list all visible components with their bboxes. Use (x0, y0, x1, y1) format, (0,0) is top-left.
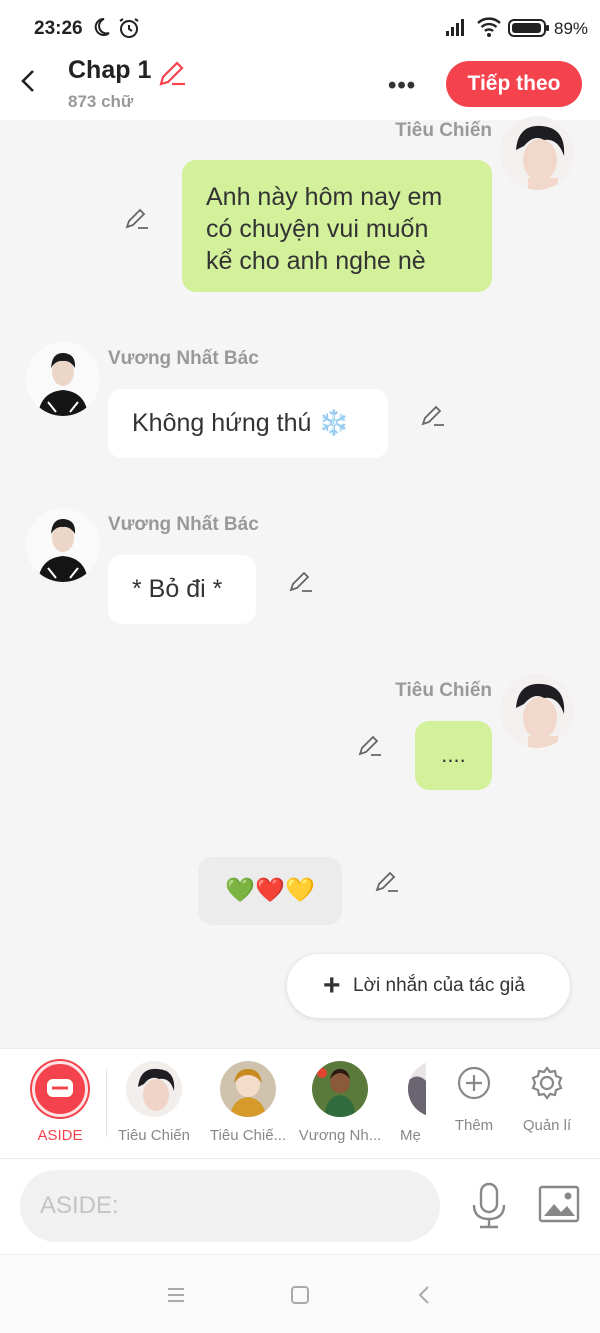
microphone-icon[interactable] (468, 1181, 510, 1231)
back-arrow-icon[interactable] (14, 66, 44, 96)
add-circle-icon (457, 1066, 491, 1100)
avatar-tieu-chien[interactable] (500, 674, 574, 748)
avatar-vuong-nhat-bac[interactable] (26, 342, 100, 416)
avatar (220, 1061, 276, 1117)
word-count: 873 chữ (68, 92, 134, 111)
alarm-icon (119, 18, 139, 38)
character-label: Tiêu Chiế... (209, 1127, 287, 1144)
signal-icon (446, 19, 464, 36)
character-label: ASIDE (37, 1127, 83, 1144)
edit-message-icon[interactable] (374, 869, 400, 895)
edit-message-icon[interactable] (124, 206, 150, 232)
back-nav-icon[interactable] (416, 1285, 432, 1305)
battery-icon (508, 19, 549, 37)
aside-avatar (32, 1061, 88, 1117)
edit-message-icon[interactable] (288, 569, 314, 595)
message-bubble[interactable]: .... (415, 721, 492, 790)
system-nav-bar (0, 1254, 600, 1333)
sender-name: Tiêu Chiến (395, 120, 492, 141)
edit-message-icon[interactable] (357, 733, 383, 759)
wifi-icon (477, 17, 501, 37)
message-bubble[interactable]: Anh này hôm nay em có chuyện vui muốn kể… (182, 160, 492, 292)
avatar-vuong-nhat-bac[interactable] (26, 508, 100, 582)
author-note-button[interactable]: + Lời nhắn của tác giả (287, 954, 570, 1018)
more-options-icon[interactable]: ••• (388, 72, 416, 100)
character-label: Vương Nh... (298, 1127, 382, 1144)
manage-characters-button[interactable]: Quản lí (502, 1061, 592, 1134)
moon-icon (94, 17, 110, 36)
sender-name: Tiêu Chiến (395, 680, 492, 701)
sender-name: Vương Nhất Bác (108, 514, 259, 535)
status-bar: 23:26 89% (0, 0, 600, 56)
menu-icon[interactable] (166, 1286, 186, 1304)
gear-icon (531, 1066, 563, 1100)
status-time: 23:26 (34, 18, 83, 39)
character-tieu-chien-2[interactable]: Tiêu Chiế... (203, 1061, 293, 1144)
manage-label: Quản lí (522, 1117, 572, 1134)
battery-text: 89% (554, 19, 589, 38)
next-chapter-button[interactable]: Tiếp theo (446, 61, 582, 107)
character-selector: ASIDE Tiêu Chiến Tiêu Chiế... Vương Nh..… (0, 1048, 600, 1158)
avatar-tieu-chien[interactable] (500, 116, 574, 190)
chapter-title[interactable]: Chap 1 (68, 56, 151, 85)
avatar (126, 1061, 182, 1117)
character-me[interactable]: Mẹ (380, 1061, 426, 1144)
home-icon[interactable] (290, 1285, 310, 1305)
character-tieu-chien[interactable]: Tiêu Chiến (109, 1061, 199, 1144)
avatar (408, 1061, 426, 1117)
character-label: Tiêu Chiến (118, 1127, 190, 1144)
chapter-header: Chap 1 873 chữ ••• Tiếp theo (0, 56, 600, 120)
chat-bubble-icon (47, 1079, 73, 1097)
edit-title-icon[interactable] (157, 58, 187, 88)
character-aside[interactable]: ASIDE (15, 1061, 105, 1144)
character-label: Mẹ (400, 1127, 421, 1144)
edit-message-icon[interactable] (420, 403, 446, 429)
message-bubble[interactable]: Không hứng thú ❄️ (108, 389, 388, 458)
author-note-label: Lời nhắn của tác giả (353, 975, 525, 996)
message-input[interactable]: ASIDE: (20, 1170, 440, 1242)
avatar (312, 1061, 368, 1117)
composer: ASIDE: (0, 1158, 600, 1254)
narration-bubble[interactable]: 💚❤️💛 (198, 857, 342, 925)
plus-icon: + (323, 969, 341, 1002)
divider (106, 1069, 107, 1137)
sender-name: Vương Nhất Bác (108, 348, 259, 369)
message-bubble[interactable]: * Bỏ đi * (108, 555, 256, 624)
character-vuong-nh[interactable]: Vương Nh... (295, 1061, 385, 1144)
image-icon[interactable] (538, 1185, 580, 1223)
